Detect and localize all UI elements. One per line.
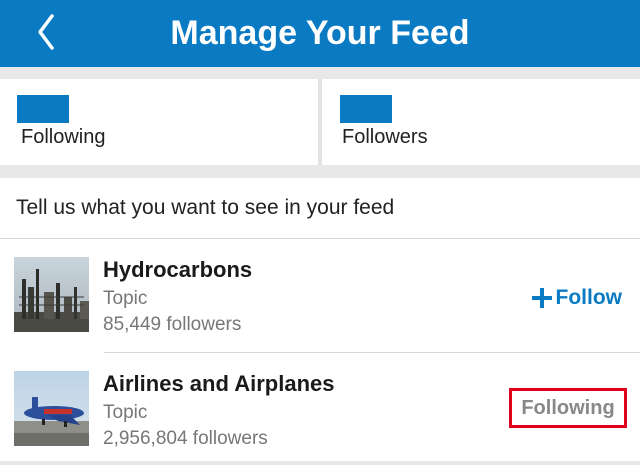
- followers-count-block: [340, 95, 392, 123]
- feed-prompt: Tell us what you want to see in your fee…: [16, 196, 395, 219]
- top-header: Manage Your Feed: [0, 0, 640, 67]
- airplane-image: [14, 371, 89, 446]
- topic-follower-count: 85,449 followers: [103, 314, 242, 335]
- followers-stat[interactable]: Followers: [322, 79, 640, 165]
- plus-icon: [531, 287, 553, 309]
- topic-row-airlines: Airlines and Airplanes Topic 2,956,804 f…: [0, 353, 640, 465]
- topic-name: Airlines and Airplanes: [103, 371, 335, 396]
- following-button[interactable]: Following: [509, 388, 627, 428]
- following-count-block: [17, 95, 69, 123]
- follow-button[interactable]: Follow: [531, 284, 623, 312]
- following-label: Following: [21, 126, 106, 148]
- feed-panel: Tell us what you want to see in your fee…: [0, 178, 640, 461]
- following-label: Following: [521, 396, 615, 419]
- follow-label: Follow: [555, 286, 623, 309]
- refinery-image: [14, 257, 89, 332]
- followers-label: Followers: [342, 126, 428, 148]
- page-title: Manage Your Feed: [170, 14, 470, 52]
- stats-panel: Following Followers: [0, 79, 640, 165]
- chevron-left-icon: [30, 12, 64, 52]
- topic-name: Hydrocarbons: [103, 257, 253, 282]
- following-stat[interactable]: Following: [0, 79, 318, 165]
- topic-follower-count: 2,956,804 followers: [103, 428, 268, 449]
- topic-row-hydrocarbons: Hydrocarbons Topic 85,449 followers Foll…: [0, 239, 640, 351]
- topic-type: Topic: [103, 288, 148, 309]
- back-button[interactable]: [30, 12, 64, 52]
- topic-type: Topic: [103, 402, 148, 423]
